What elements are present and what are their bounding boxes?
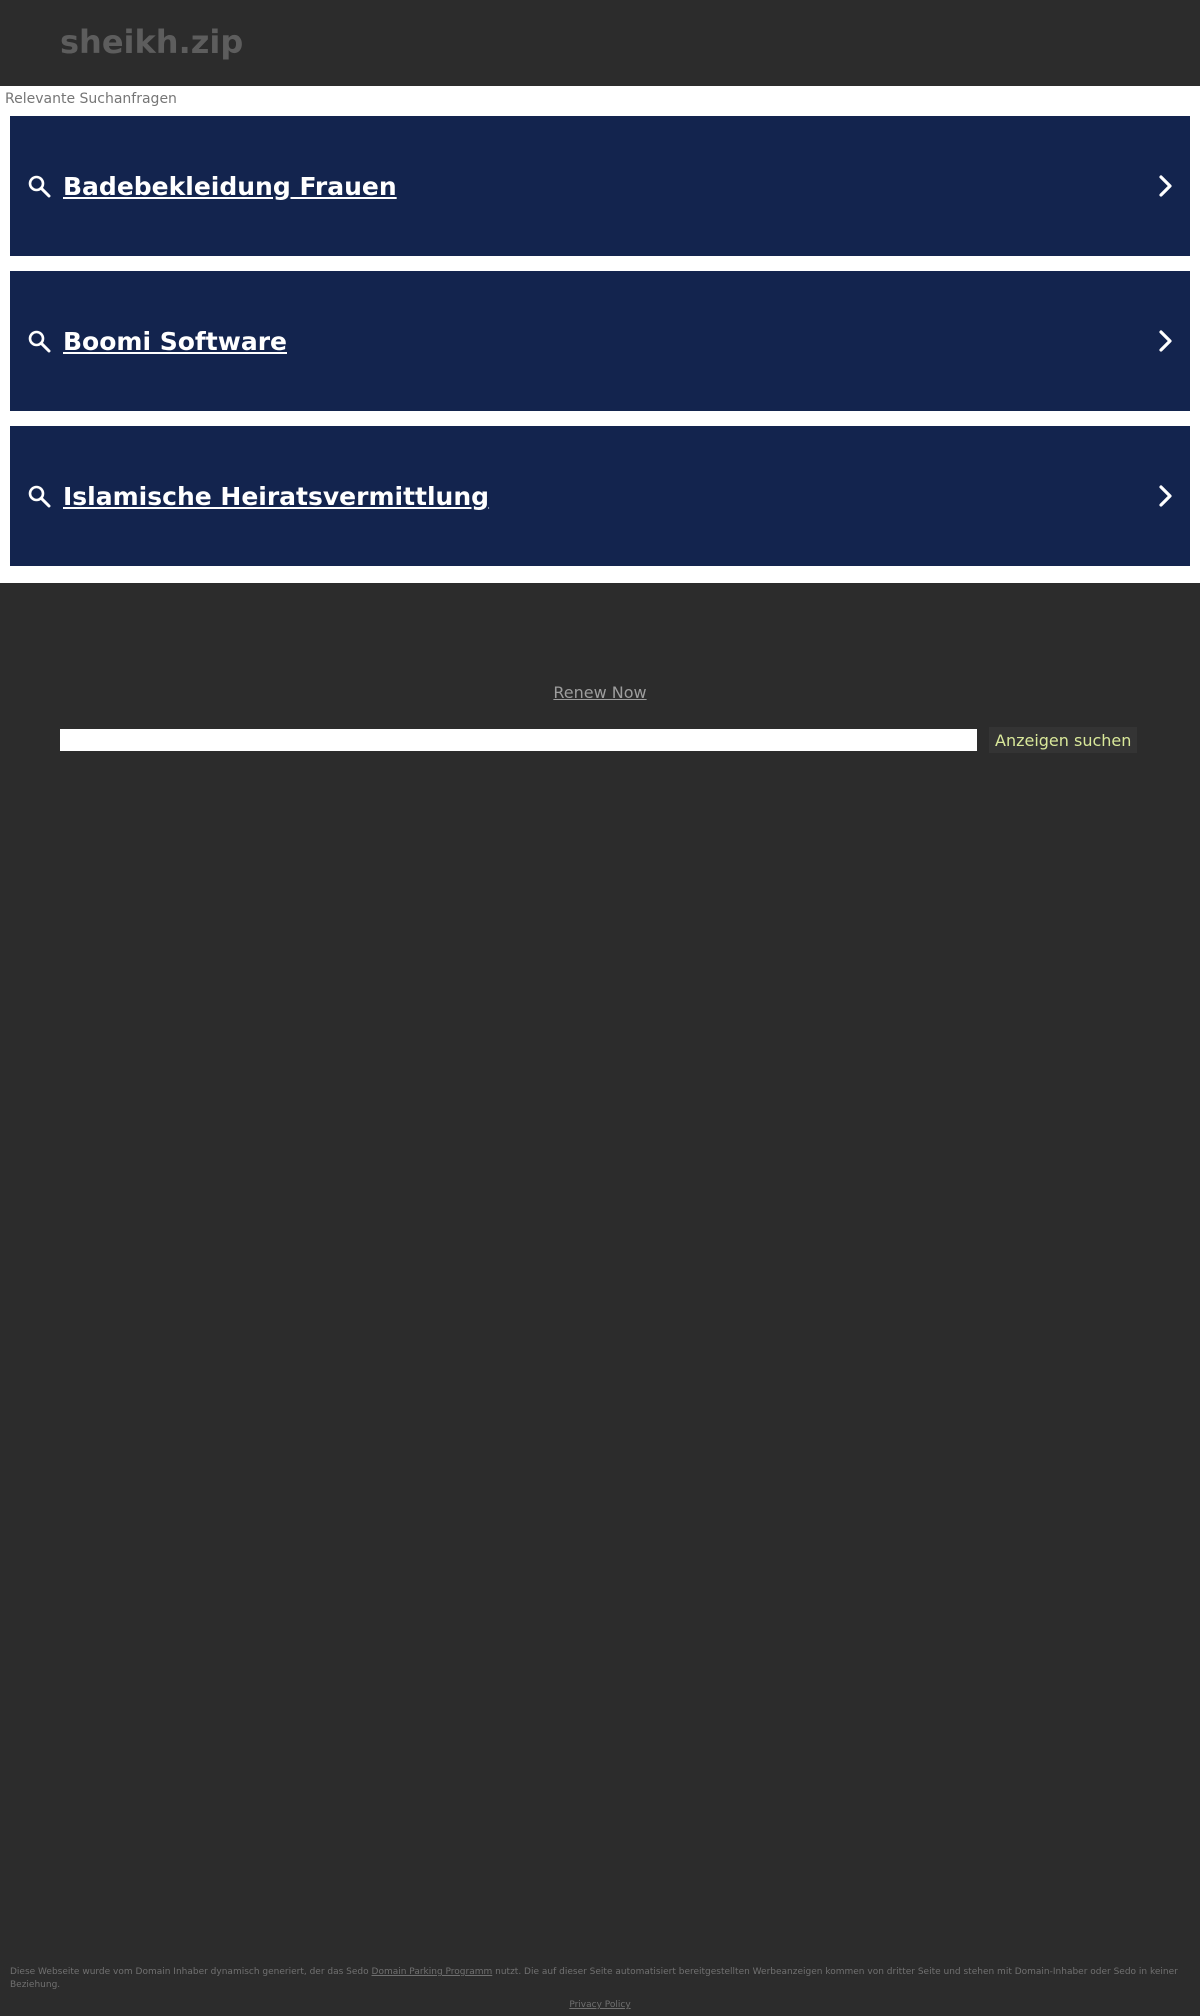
search-icon [26, 328, 52, 354]
chevron-right-icon [1156, 483, 1176, 509]
domain-parking-link[interactable]: Domain Parking Programm [372, 1967, 493, 1977]
renew-now-link[interactable]: Renew Now [553, 683, 646, 702]
domain-title: sheikh.zip [60, 23, 244, 61]
related-search-item[interactable]: Islamische Heiratsvermittlung [10, 426, 1190, 566]
related-search-item[interactable]: Badebekleidung Frauen [10, 116, 1190, 256]
related-search-link[interactable]: Badebekleidung Frauen [63, 172, 1156, 201]
privacy-row: Privacy Policy [10, 2000, 1190, 2010]
page: sheikh.zip Relevante Suchanfragen Badebe… [0, 0, 1200, 2016]
chevron-right-icon [1156, 328, 1176, 354]
search-form: Anzeigen suchen [60, 727, 1200, 753]
chevron-right-icon [1156, 173, 1176, 199]
search-icon [26, 173, 52, 199]
related-searches: Relevante Suchanfragen Badebekleidung Fr… [0, 86, 1200, 583]
privacy-policy-link[interactable]: Privacy Policy [569, 2000, 630, 2010]
footer: Diese Webseite wurde vom Domain Inhaber … [0, 1966, 1200, 2016]
related-searches-label: Relevante Suchanfragen [5, 91, 177, 107]
search-input[interactable] [60, 729, 977, 751]
related-search-link[interactable]: Islamische Heiratsvermittlung [63, 482, 1156, 511]
disclaimer-text: Diese Webseite wurde vom Domain Inhaber … [10, 1966, 1190, 1992]
related-search-item[interactable]: Boomi Software [10, 271, 1190, 411]
renew-area: Renew Now [0, 583, 1200, 702]
search-submit-button[interactable]: Anzeigen suchen [989, 727, 1138, 753]
header: sheikh.zip [0, 0, 1200, 86]
related-search-link[interactable]: Boomi Software [63, 327, 1156, 356]
disclaimer-text-start: Diese Webseite wurde vom Domain Inhaber … [10, 1967, 372, 1977]
search-icon [26, 483, 52, 509]
